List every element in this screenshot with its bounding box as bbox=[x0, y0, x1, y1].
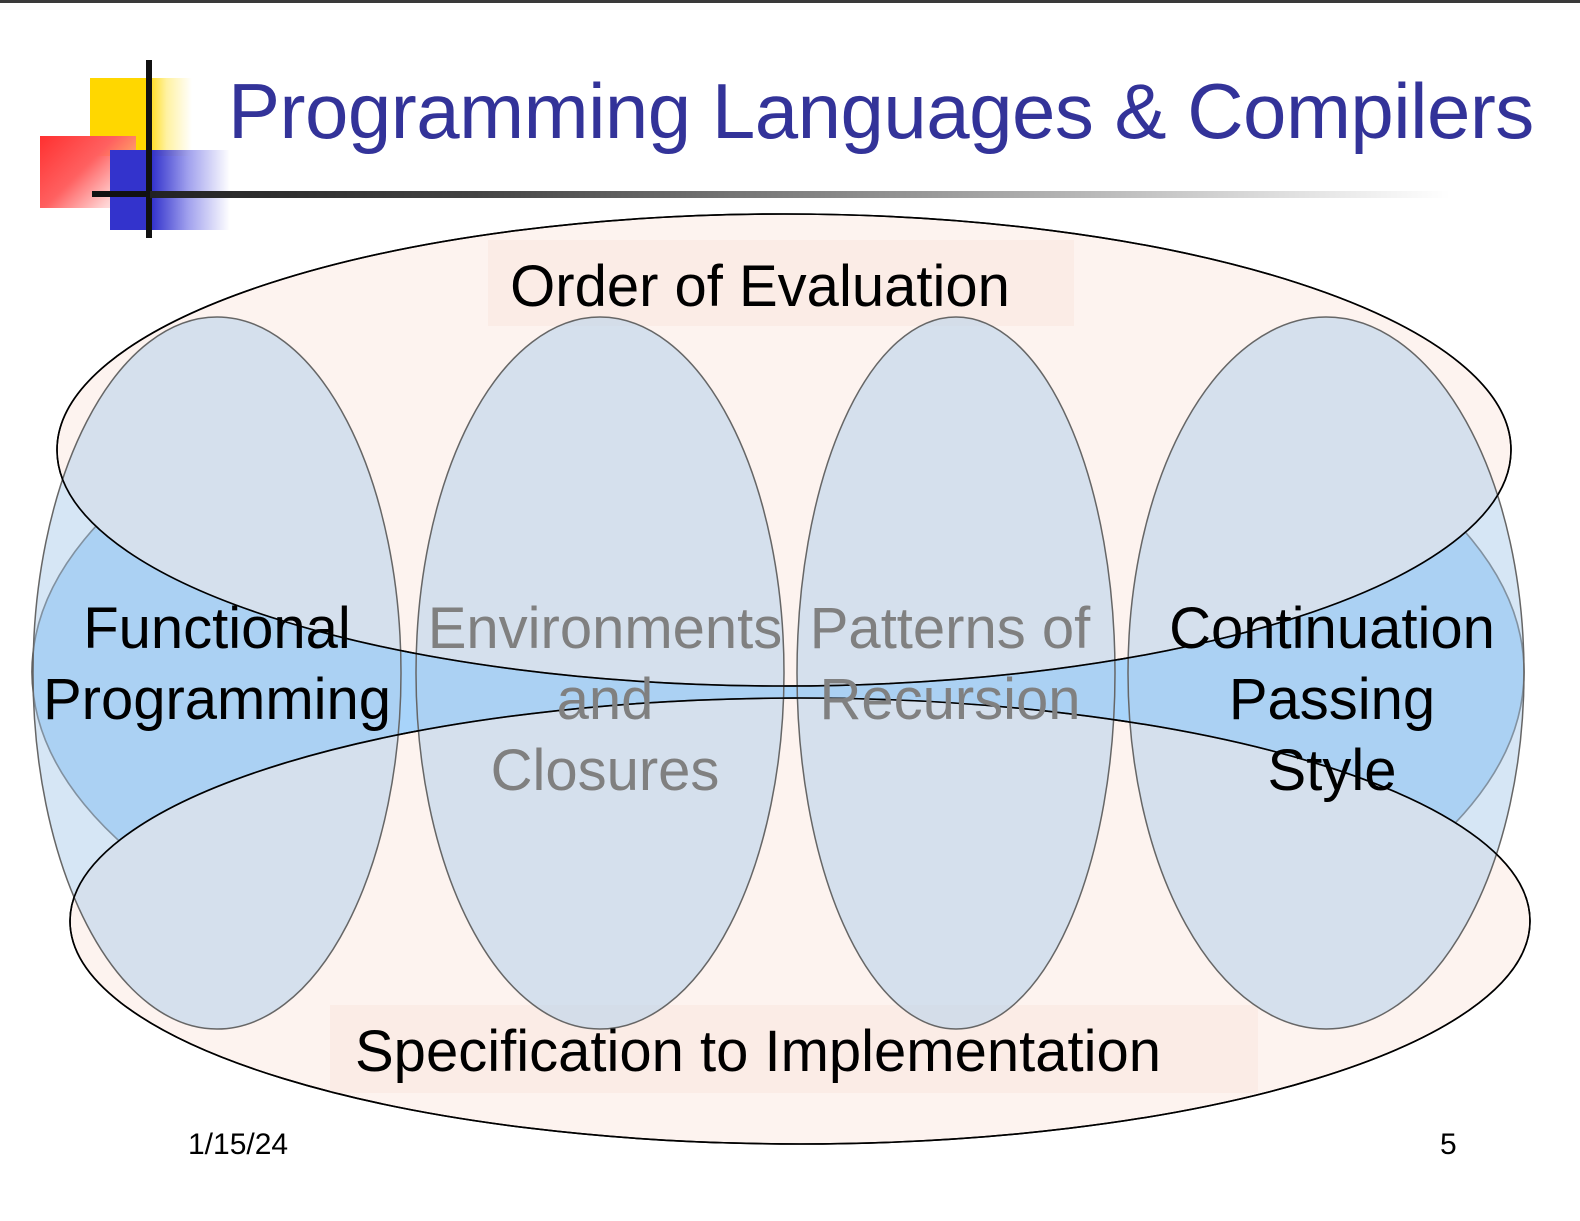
concept-diagram: Order of Evaluation Specification to Imp… bbox=[31, 213, 1531, 1145]
column-2-line-1: Environments bbox=[428, 596, 783, 661]
slide-date: 1/15/24 bbox=[188, 1128, 289, 1161]
column-4-line-1: Continuation bbox=[1169, 596, 1495, 661]
column-1-line-2: Programming bbox=[43, 667, 391, 732]
column-4-line-3: Style bbox=[1268, 738, 1397, 803]
column-4-line-2: Passing bbox=[1229, 667, 1435, 732]
column-3-line-2: Recursion bbox=[819, 667, 1080, 732]
bottom-ellipse-label: Specification to Implementation bbox=[355, 1019, 1161, 1084]
column-2-line-2: and bbox=[557, 667, 654, 732]
column-3-line-1: Patterns of bbox=[810, 596, 1091, 661]
slide-page-number: 5 bbox=[1440, 1128, 1457, 1161]
column-2-line-3: Closures bbox=[491, 738, 720, 803]
column-1-line-1: Functional bbox=[83, 596, 351, 661]
top-ellipse-label: Order of Evaluation bbox=[510, 254, 1010, 319]
